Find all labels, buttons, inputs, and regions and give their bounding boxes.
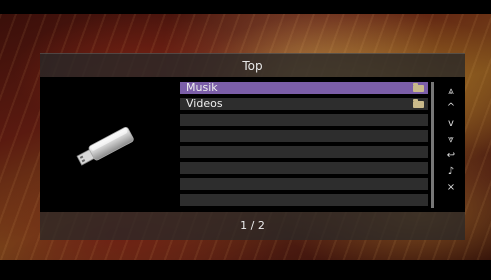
return-icon[interactable]: ↩ [441, 149, 461, 163]
folder-icon [413, 99, 424, 108]
letterbox-bottom [0, 260, 491, 280]
list-item-label: Videos [186, 97, 223, 110]
list-item-empty [180, 178, 428, 190]
letterbox-top [0, 0, 491, 14]
page-up-icon[interactable]: ⩓ [441, 85, 461, 99]
usb-drive-icon [76, 126, 134, 166]
list-item-label: Musik [186, 81, 218, 94]
list-item-empty [180, 130, 428, 142]
list-item-empty [180, 162, 428, 174]
list-item-empty [180, 146, 428, 158]
list-item-empty [180, 114, 428, 126]
list-item-empty [180, 194, 428, 206]
list-item-musik[interactable]: Musik [180, 82, 428, 94]
page-indicator-bar: 1 / 2 [40, 212, 465, 240]
list-item-videos[interactable]: Videos [180, 98, 428, 110]
title-bar: Top [40, 53, 465, 77]
folder-icon [413, 83, 424, 92]
page-down-icon[interactable]: ⩔ [441, 133, 461, 147]
scrollbar[interactable] [431, 82, 434, 208]
page-title: Top [242, 59, 263, 73]
scroll-up-icon[interactable]: ^ [441, 101, 461, 115]
content-list: Musik Videos [180, 82, 428, 210]
page-indicator: 1 / 2 [240, 219, 265, 232]
close-icon[interactable]: × [441, 181, 461, 195]
scroll-down-icon[interactable]: v [441, 117, 461, 131]
navigation-controls: ⩓ ^ v ⩔ ↩ ♪ × [441, 85, 461, 210]
device-area [40, 77, 179, 212]
now-playing-icon[interactable]: ♪ [441, 165, 461, 179]
browser-panel: Musik Videos ⩓ ^ v ⩔ ↩ ♪ × [40, 77, 465, 212]
